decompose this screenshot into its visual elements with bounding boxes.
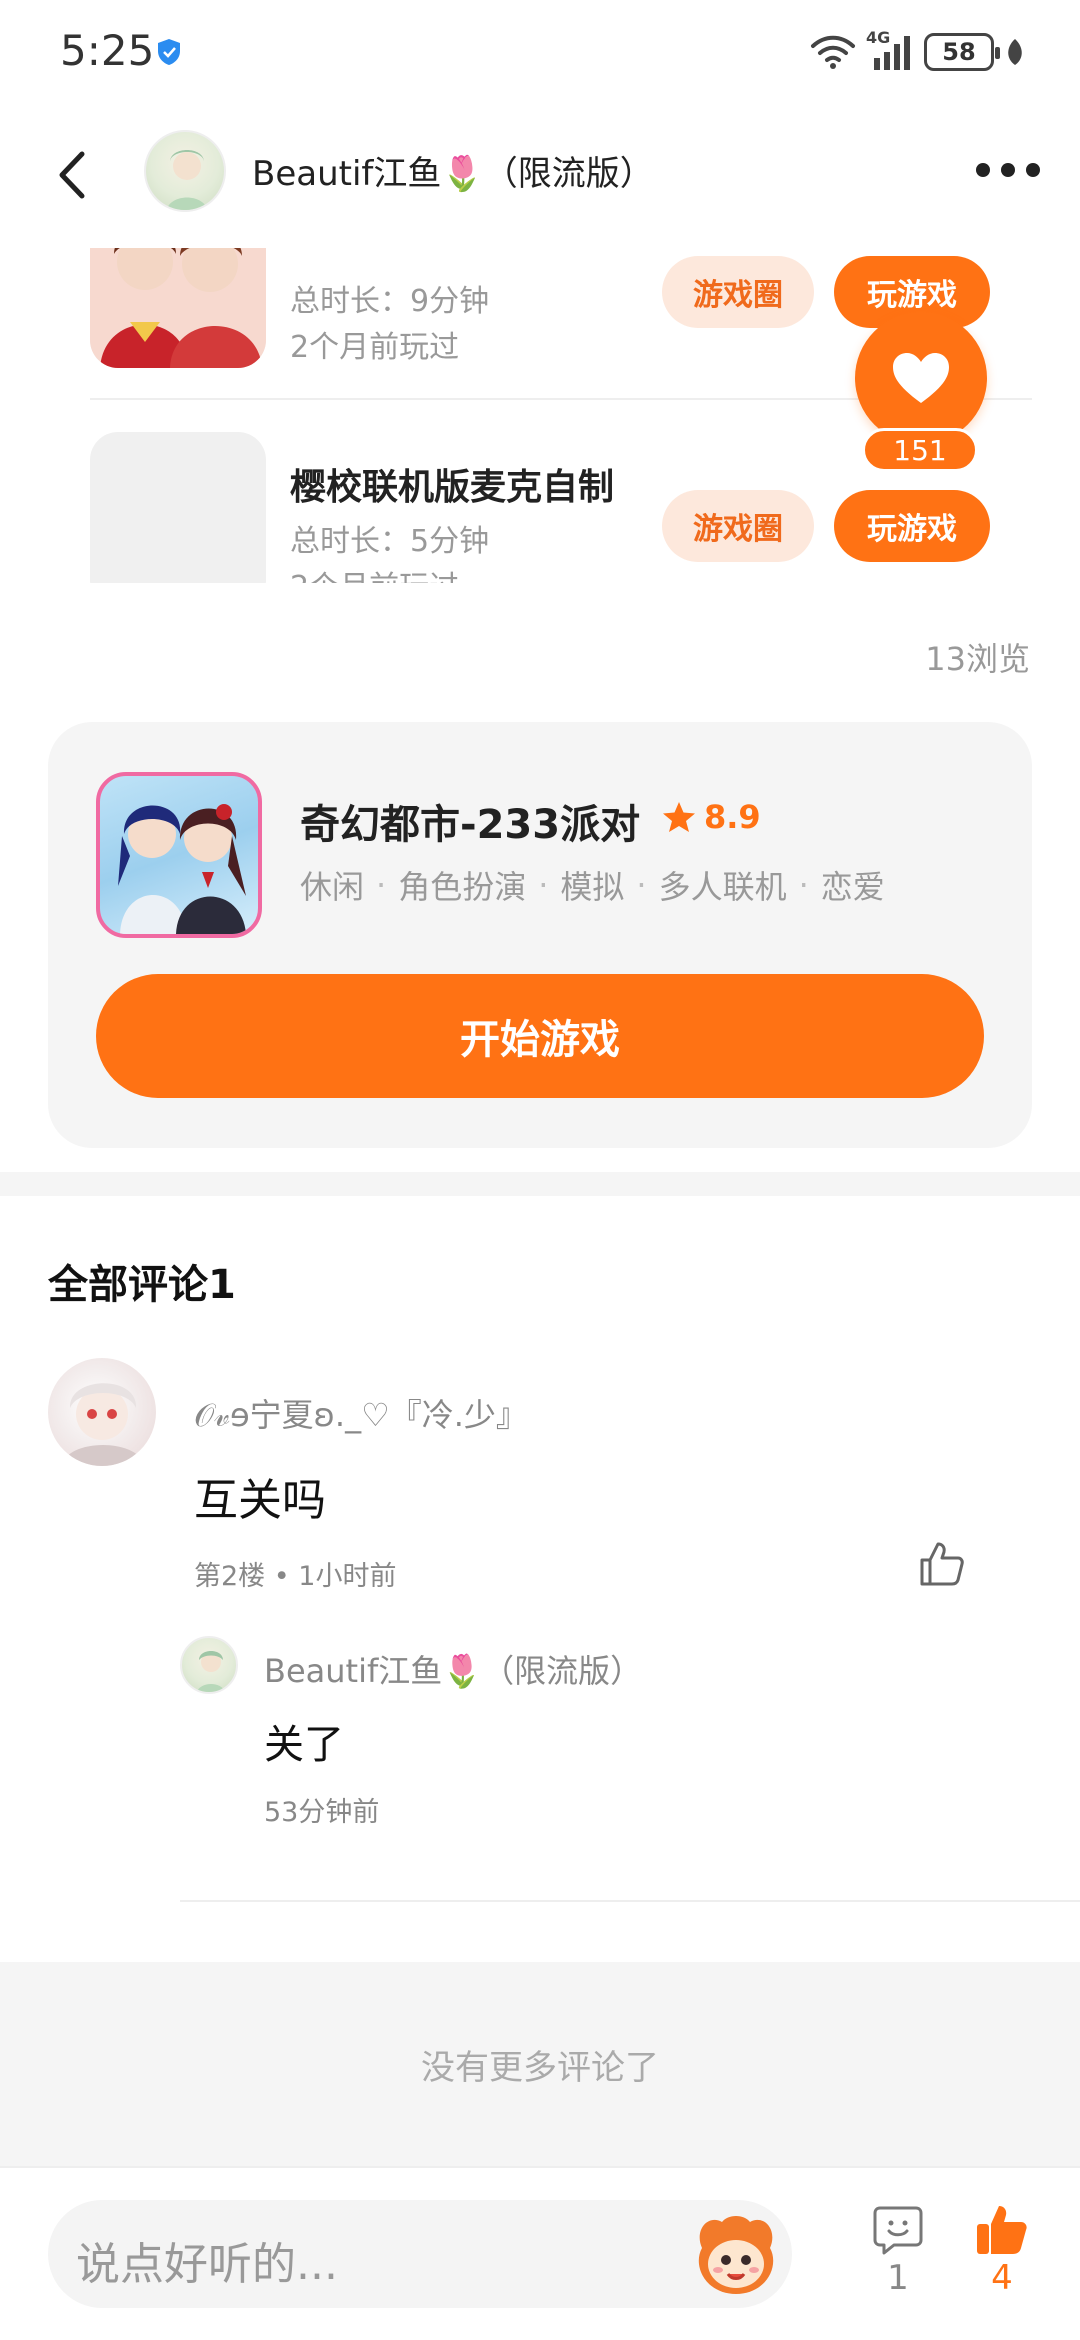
commenter-name[interactable]: 𝒪𝓋ɘ宁夏ʚ._♡『冷.少』: [194, 1390, 528, 1436]
comment-count-button[interactable]: 1: [868, 2204, 928, 2314]
tag: 休闲: [300, 868, 365, 906]
view-count: 13浏览: [925, 640, 1030, 678]
play-game-button[interactable]: 玩游戏: [834, 490, 990, 562]
tag: 角色扮演: [398, 868, 527, 906]
comment-input[interactable]: 说点好听的...: [48, 2200, 792, 2308]
comment-input-placeholder: 说点好听的...: [76, 2239, 338, 2290]
like-count: 4: [991, 2258, 1013, 2298]
reply-author-avatar[interactable]: [180, 1636, 238, 1694]
section-divider: [0, 1172, 1080, 1196]
leaf-icon: [1008, 39, 1022, 65]
more-options-icon[interactable]: [976, 160, 1040, 180]
like-count-button[interactable]: 4: [972, 2204, 1032, 2314]
start-game-button[interactable]: 开始游戏: [96, 974, 984, 1098]
shield-icon: [158, 39, 180, 65]
commenter-avatar[interactable]: [48, 1358, 156, 1466]
comment-meta: 第2楼 • 1小时前: [194, 1561, 397, 1592]
game-name: 樱校联机版麦克自制: [290, 467, 615, 508]
top-header: Beautif江鱼🌷（限流版）: [0, 120, 1080, 220]
reply-author-name[interactable]: Beautif江鱼🌷（限流版）: [264, 1646, 642, 1692]
game-duration: 总时长：9分钟: [290, 284, 490, 319]
floating-like-count: 151: [862, 428, 978, 472]
author-avatar[interactable]: [144, 130, 226, 212]
no-more-label: 没有更多评论了: [421, 2047, 659, 2088]
reply-text: 关了: [264, 1722, 344, 1768]
thumbs-up-filled-icon: [977, 2206, 1027, 2254]
comments-title: 全部评论1: [48, 1262, 236, 1308]
featured-game-card[interactable]: 奇幻都市-233派对 8.9 休闲 · 角色扮演 · 模拟 · 多人联机 · 恋…: [48, 722, 1032, 1148]
thumbs-up-icon[interactable]: [918, 1540, 966, 1588]
rating-value: 8.9: [704, 798, 761, 836]
game-thumbnail: [90, 248, 266, 368]
star-icon: [663, 802, 695, 832]
game-last-played: 2个月前玩过: [290, 330, 460, 365]
game-rating: 8.9: [662, 798, 761, 836]
tag-separator: ·: [538, 866, 549, 904]
tag-separator: ·: [636, 866, 647, 904]
comment-count: 1: [887, 2258, 909, 2298]
status-time: 5:25: [60, 26, 155, 75]
back-icon[interactable]: [50, 148, 94, 202]
divider: [180, 1900, 1080, 1902]
floating-like-button[interactable]: [855, 312, 987, 444]
comment-text: 互关吗: [194, 1475, 326, 1526]
tag-separator: ·: [376, 866, 387, 904]
game-circle-button[interactable]: 游戏圈: [662, 256, 814, 328]
game-last-played: 2个月前玩过: [290, 562, 459, 583]
game-icon: [96, 772, 262, 938]
tag-separator: ·: [798, 866, 809, 904]
tag: 多人联机: [658, 868, 787, 906]
game-tags: 休闲 · 角色扮演 · 模拟 · 多人联机 · 恋爱: [300, 862, 885, 908]
game-duration: 总时长：5分钟: [290, 524, 490, 559]
status-icons: 4G 58: [810, 28, 1026, 74]
comment-bubble-icon: [873, 2206, 923, 2255]
game-circle-button[interactable]: 游戏圈: [662, 490, 814, 562]
wifi-icon: [811, 35, 855, 69]
battery-indicator: 58: [924, 33, 1000, 71]
cell-signal-icon: 4G: [866, 28, 914, 72]
mascot-emoji-icon[interactable]: [688, 2208, 784, 2300]
tag: 模拟: [560, 868, 625, 906]
game-thumbnail: [90, 432, 266, 583]
heart-icon: [893, 353, 949, 403]
status-bar: 5:25 4G 58: [0, 0, 1080, 100]
author-title[interactable]: Beautif江鱼🌷（限流版）: [252, 146, 654, 195]
game-title: 奇幻都市-233派对: [300, 802, 641, 848]
battery-level: 58: [942, 38, 976, 66]
bottom-bar: 说点好听的... 1 4: [0, 2166, 1080, 2340]
no-more-comments: 没有更多评论了: [0, 1962, 1080, 2166]
reply-meta: 53分钟前: [264, 1797, 380, 1828]
tag: 恋爱: [820, 868, 885, 906]
